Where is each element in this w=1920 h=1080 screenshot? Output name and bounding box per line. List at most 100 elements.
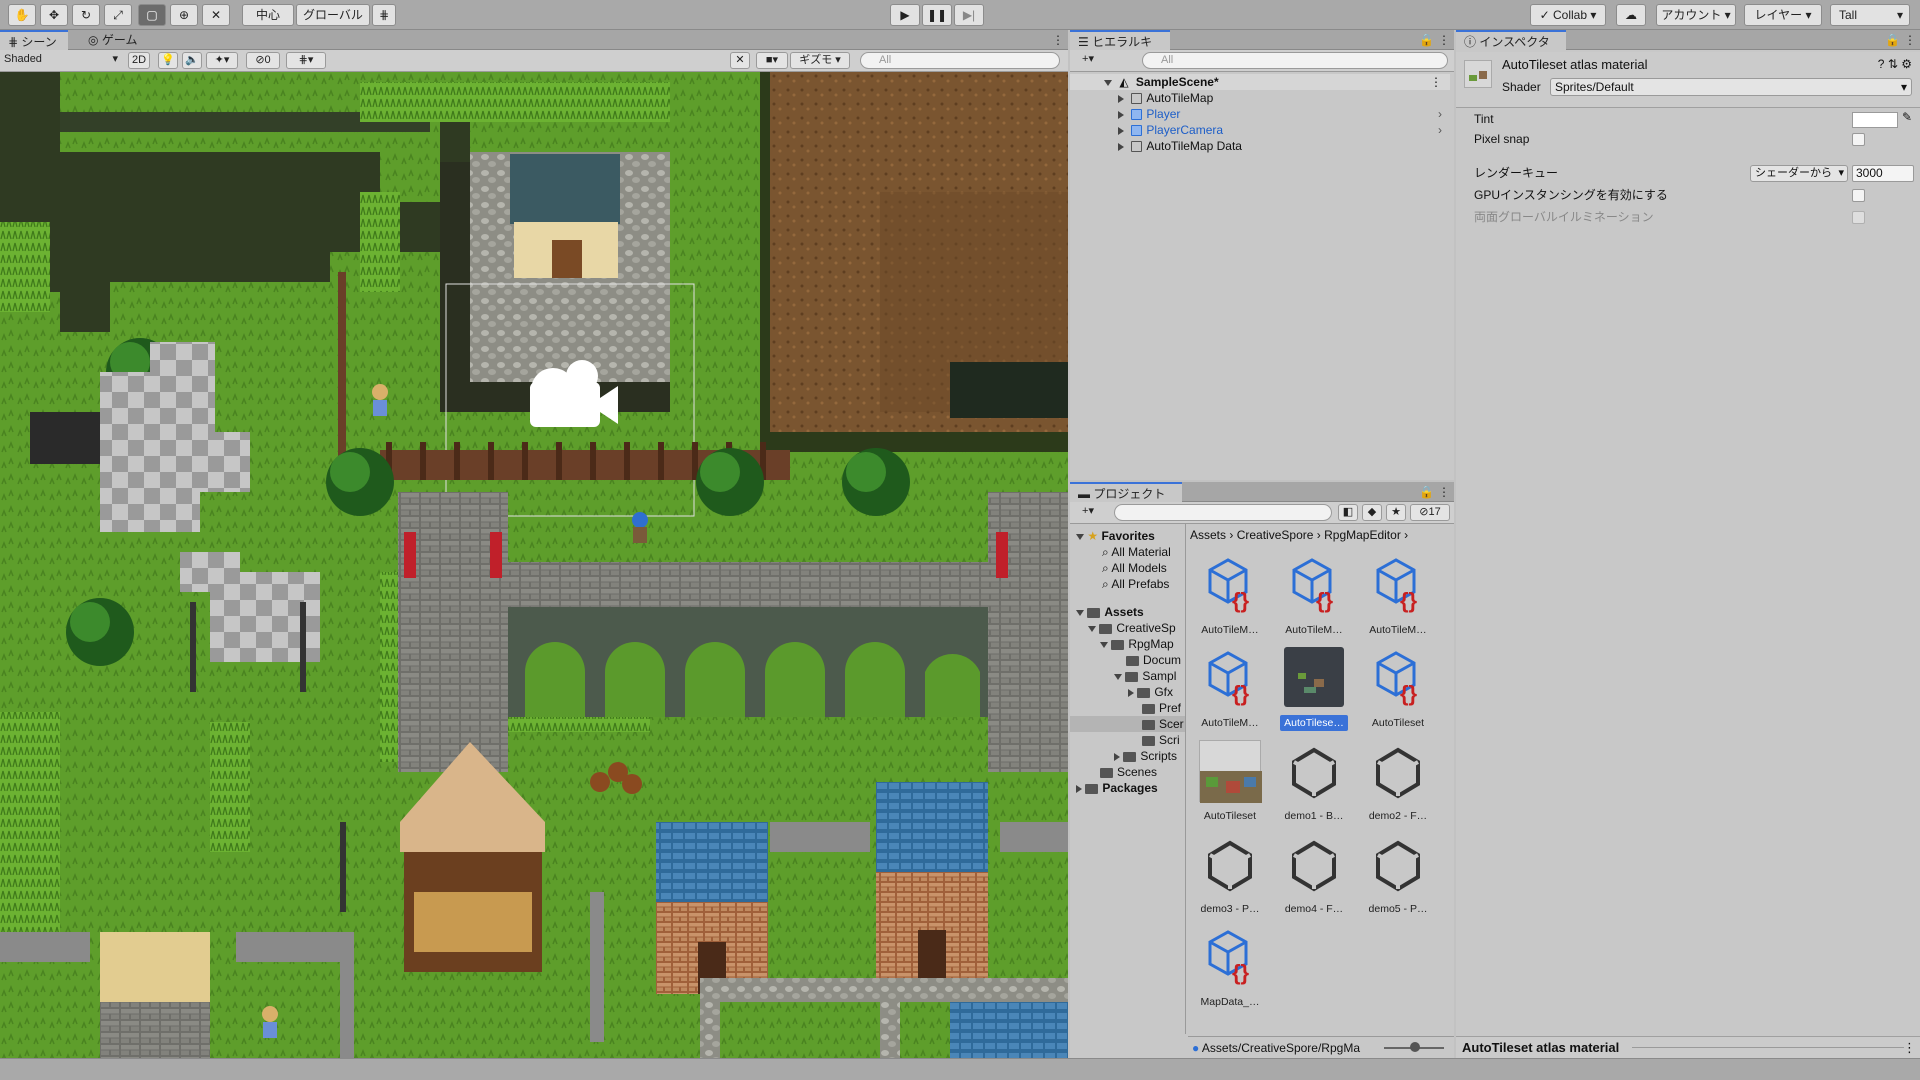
- breadcrumb-item[interactable]: Assets: [1190, 528, 1226, 542]
- asset-material-selected[interactable]: AutoTilese…: [1272, 643, 1356, 733]
- folder-item-selected[interactable]: Scer: [1070, 716, 1185, 732]
- render-queue-mode-dropdown[interactable]: シェーダーから ▾: [1750, 165, 1848, 182]
- shader-dropdown[interactable]: Sprites/Default ▾: [1550, 78, 1912, 96]
- cloud-icon[interactable]: ☁: [1616, 4, 1646, 26]
- rect-tool-icon[interactable]: ▢: [138, 4, 166, 26]
- asset-scene[interactable]: demo2 - F…: [1356, 736, 1440, 826]
- folder-item[interactable]: Docum: [1126, 652, 1181, 668]
- filter-type-icon[interactable]: ◧: [1338, 504, 1358, 521]
- space-toggle-button[interactable]: グローバル: [296, 4, 370, 26]
- folder-item[interactable]: Scripts: [1114, 748, 1177, 764]
- lock-icon[interactable]: 🔒: [1885, 30, 1900, 50]
- asset-script[interactable]: {} AutoTileM…: [1188, 643, 1272, 733]
- effects-icon[interactable]: ✦▾: [206, 52, 238, 69]
- asset-scene[interactable]: demo3 - P…: [1188, 829, 1272, 919]
- panel-menu-icon[interactable]: ⋮: [1904, 30, 1916, 50]
- tab-inspector[interactable]: ⓘ インスペクター: [1456, 30, 1566, 69]
- chevron-right-icon[interactable]: ›: [1438, 122, 1442, 138]
- gpu-instancing-checkbox[interactable]: [1852, 189, 1865, 202]
- folder-item[interactable]: Sampl: [1114, 668, 1176, 684]
- snap-icon[interactable]: ⋕: [372, 4, 396, 26]
- lock-icon[interactable]: 🔒: [1419, 482, 1434, 502]
- favorites-header[interactable]: ★ Favorites: [1076, 528, 1155, 544]
- create-dropdown[interactable]: +▾: [1074, 52, 1102, 69]
- 2d-toggle-button[interactable]: 2D: [128, 52, 150, 69]
- audio-icon[interactable]: 🔈: [182, 52, 202, 69]
- favorite-star-icon[interactable]: ★: [1386, 504, 1406, 521]
- scene-search-input[interactable]: All: [860, 52, 1060, 69]
- draw-mode-dropdown[interactable]: Shaded ▾: [2, 52, 120, 69]
- asset-scene[interactable]: demo5 - P…: [1356, 829, 1440, 919]
- folder-item[interactable]: RpgMap: [1100, 636, 1174, 652]
- tab-project[interactable]: ▬ プロジェクト: [1070, 482, 1182, 502]
- transform-tool-icon[interactable]: ⊕: [170, 4, 198, 26]
- preview-bar[interactable]: AutoTileset atlas material ⋮: [1456, 1036, 1920, 1058]
- panel-menu-icon[interactable]: ⋮: [1438, 482, 1450, 502]
- camera-icon[interactable]: ■▾: [756, 52, 788, 69]
- scene-root-row[interactable]: ◭ SampleScene* ⋮: [1070, 74, 1450, 90]
- collab-dropdown[interactable]: ✓ Collab ▾: [1530, 4, 1606, 26]
- folder-item[interactable]: Scri: [1142, 732, 1180, 748]
- asset-texture[interactable]: AutoTileset: [1188, 736, 1272, 826]
- tab-game[interactable]: ◎ ゲーム: [80, 30, 150, 50]
- favorite-item[interactable]: ⌕ All Models: [1102, 560, 1167, 576]
- account-dropdown[interactable]: アカウント ▾: [1656, 4, 1736, 26]
- folder-item[interactable]: Scenes: [1100, 764, 1157, 780]
- scale-tool-icon[interactable]: ⤢: [104, 4, 132, 26]
- hand-tool-icon[interactable]: ✋: [8, 4, 36, 26]
- assets-header[interactable]: Assets: [1076, 604, 1144, 620]
- pixel-snap-checkbox[interactable]: [1852, 133, 1865, 146]
- favorite-item[interactable]: ⌕ All Prefabs: [1102, 576, 1169, 592]
- slider-handle[interactable]: [1410, 1042, 1420, 1052]
- hidden-packages-toggle[interactable]: ⊘17: [1410, 504, 1450, 521]
- panel-menu-icon[interactable]: ⋮: [1438, 30, 1450, 50]
- scene-menu-icon[interactable]: ⋮: [1430, 74, 1442, 90]
- breadcrumb-item[interactable]: CreativeSpore: [1237, 528, 1314, 542]
- play-button[interactable]: ▶: [890, 4, 920, 26]
- create-dropdown[interactable]: +▾: [1074, 504, 1102, 521]
- asset-script[interactable]: {} AutoTileM…: [1356, 550, 1440, 640]
- render-queue-input[interactable]: 3000: [1852, 165, 1914, 182]
- panel-menu-icon[interactable]: ⋮: [1903, 1037, 1916, 1059]
- preset-icon[interactable]: ⇅: [1888, 57, 1898, 71]
- gizmos-dropdown[interactable]: ギズモ ▾: [790, 52, 850, 69]
- asset-scene[interactable]: demo4 - F…: [1272, 829, 1356, 919]
- chevron-right-icon[interactable]: ›: [1438, 106, 1442, 122]
- move-tool-icon[interactable]: ✥: [40, 4, 68, 26]
- breadcrumb-item[interactable]: RpgMapEditor: [1324, 528, 1401, 542]
- asset-script[interactable]: {} AutoTileM…: [1188, 550, 1272, 640]
- step-button[interactable]: ▶|: [954, 4, 984, 26]
- project-search-input[interactable]: [1114, 504, 1332, 521]
- hierarchy-search-input[interactable]: All: [1142, 52, 1448, 69]
- pause-button[interactable]: ❚❚: [922, 4, 952, 26]
- folder-item[interactable]: Pref: [1142, 700, 1181, 716]
- tools-icon[interactable]: ✕: [730, 52, 750, 69]
- eyedropper-icon[interactable]: ✎: [1902, 110, 1912, 124]
- grid-icon[interactable]: ⋕▾: [286, 52, 326, 69]
- tab-scene[interactable]: ⋕ シーン: [0, 30, 68, 50]
- pivot-toggle-button[interactable]: 中心: [242, 4, 294, 26]
- hierarchy-item-autotilemap[interactable]: AutoTileMap: [1070, 90, 1450, 106]
- lighting-icon[interactable]: 💡: [158, 52, 178, 69]
- packages-header[interactable]: Packages: [1076, 780, 1158, 796]
- hidden-objects-toggle[interactable]: ⊘0: [246, 52, 280, 69]
- tab-hierarchy[interactable]: ☰ ヒエラルキー: [1070, 30, 1170, 69]
- scene-viewport[interactable]: [0, 72, 1068, 1058]
- layers-dropdown[interactable]: レイヤー ▾: [1744, 4, 1822, 26]
- lock-icon[interactable]: 🔒: [1419, 30, 1434, 50]
- panel-menu-icon[interactable]: ⋮: [1052, 30, 1064, 50]
- asset-script[interactable]: {} MapData_…: [1188, 922, 1272, 1012]
- folder-item[interactable]: CreativeSp: [1088, 620, 1176, 636]
- hierarchy-item-playercamera[interactable]: PlayerCamera ›: [1070, 122, 1450, 138]
- custom-tool-icon[interactable]: ✕: [202, 4, 230, 26]
- rotate-tool-icon[interactable]: ↻: [72, 4, 100, 26]
- layout-dropdown[interactable]: Tall ▾: [1830, 4, 1910, 26]
- favorite-item[interactable]: ⌕ All Material: [1102, 544, 1171, 560]
- asset-script[interactable]: {} AutoTileM…: [1272, 550, 1356, 640]
- help-icon[interactable]: ?: [1878, 57, 1885, 71]
- gear-icon[interactable]: ⚙: [1901, 57, 1912, 71]
- asset-script[interactable]: {} AutoTileset: [1356, 643, 1440, 733]
- folder-item[interactable]: Gfx: [1128, 684, 1173, 700]
- tint-color-field[interactable]: [1852, 112, 1898, 128]
- filter-label-icon[interactable]: ◆: [1362, 504, 1382, 521]
